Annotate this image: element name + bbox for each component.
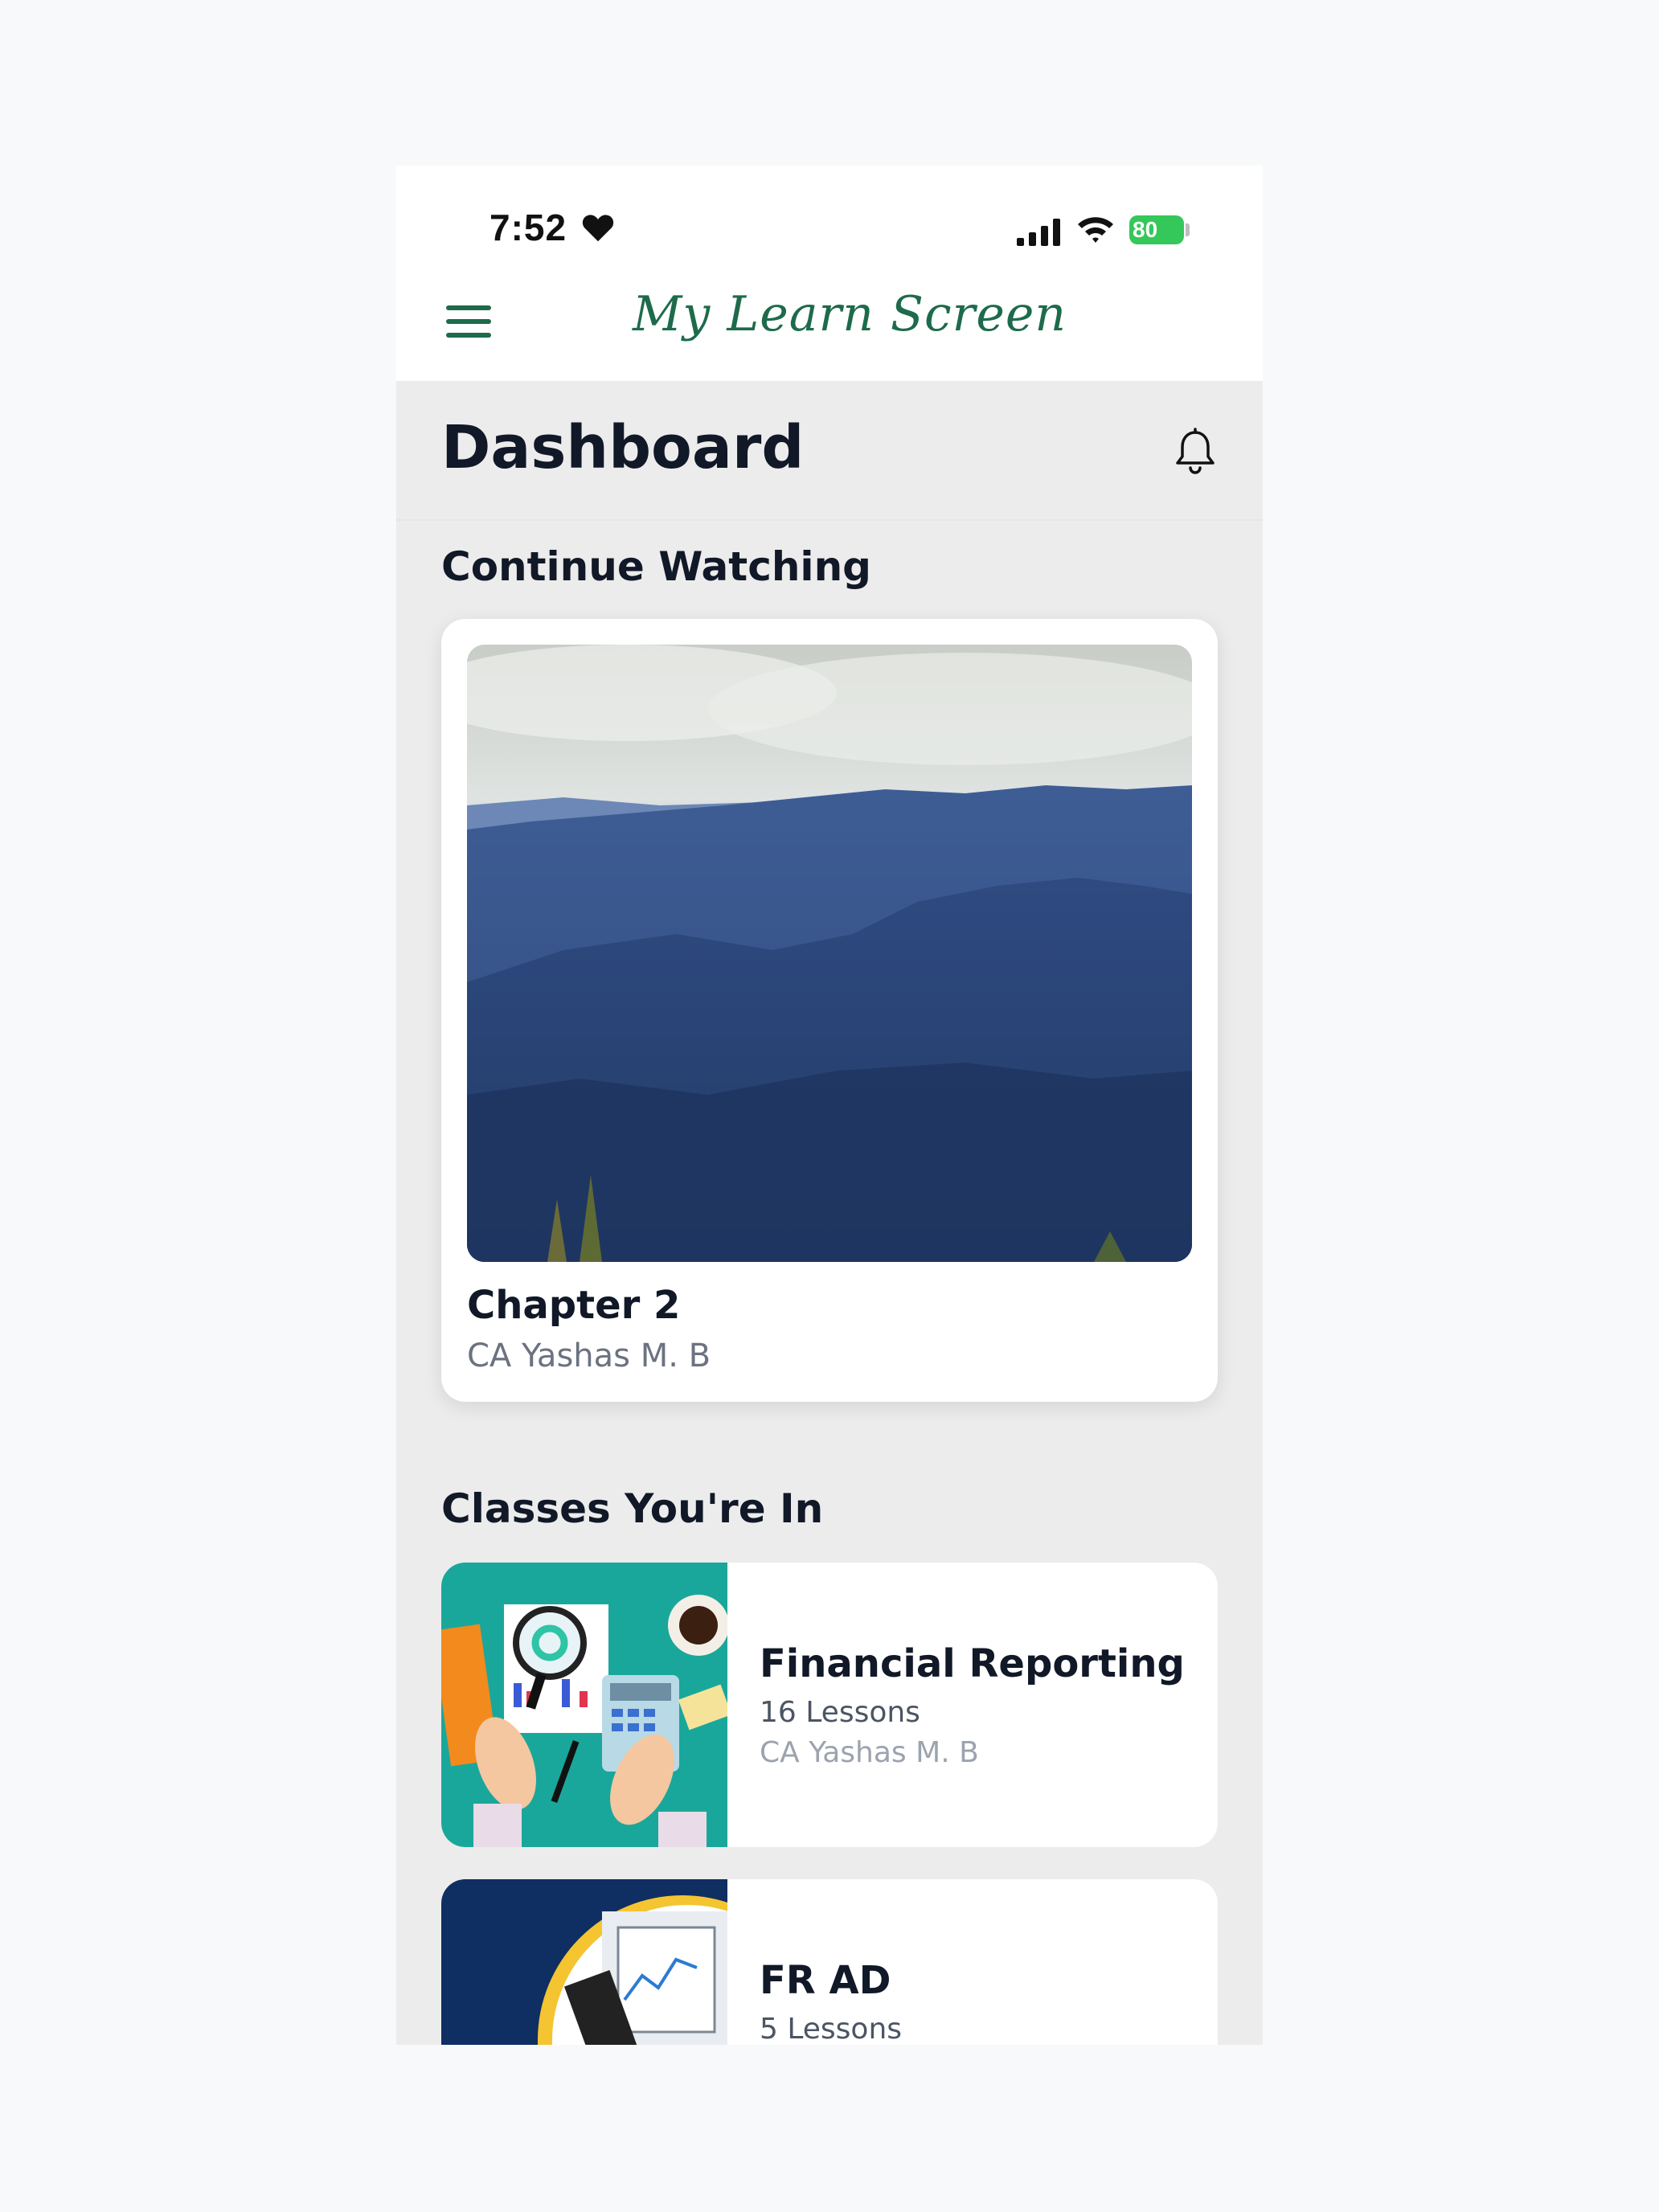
classes-heading: Classes You're In [441, 1485, 824, 1532]
heart-icon [582, 215, 614, 242]
class-title: FR AD [760, 1958, 891, 2003]
video-title: Chapter 2 [467, 1283, 681, 1328]
class-card-financial-reporting[interactable]: Financial Reporting 16 Lessons CA Yashas… [441, 1563, 1218, 1847]
continue-watching-heading: Continue Watching [441, 543, 871, 590]
continue-watching-card[interactable]: Chapter 2 CA Yashas M. B [441, 619, 1218, 1402]
class-lessons-count: 16 Lessons [760, 1696, 920, 1729]
cellular-signal-icon [1017, 219, 1060, 246]
dashboard-header: Dashboard [396, 381, 1263, 521]
battery-tip [1186, 223, 1190, 236]
mountain-landscape-image [467, 645, 1192, 1262]
battery-indicator: 80 [1129, 215, 1184, 244]
accounting-illustration-image [441, 1563, 727, 1847]
class-card-fr-ad[interactable]: FR AD 5 Lessons [441, 1879, 1218, 2045]
battery-level: 80 [1133, 217, 1158, 242]
page-title: Dashboard [441, 413, 805, 482]
class-title: Financial Reporting [760, 1641, 1185, 1686]
app-header: 7:52 80 My Learn Screen [396, 166, 1263, 381]
video-author: CA Yashas M. B [467, 1337, 711, 1374]
phone-screen: 7:52 80 My Learn Screen Dashboard Contin… [396, 166, 1263, 2045]
video-thumbnail[interactable] [467, 645, 1192, 1262]
financial-reporting-cover-image [441, 1879, 727, 2045]
class-lessons-count: 5 Lessons [760, 2013, 903, 2045]
status-time: 7:52 [490, 207, 567, 248]
bell-icon[interactable] [1173, 428, 1218, 476]
wifi-icon [1078, 217, 1113, 243]
app-title: My Learn Screen [633, 286, 1067, 342]
class-thumbnail [441, 1879, 727, 2045]
class-thumbnail [441, 1563, 727, 1847]
class-instructor: CA Yashas M. B [760, 1736, 979, 1769]
